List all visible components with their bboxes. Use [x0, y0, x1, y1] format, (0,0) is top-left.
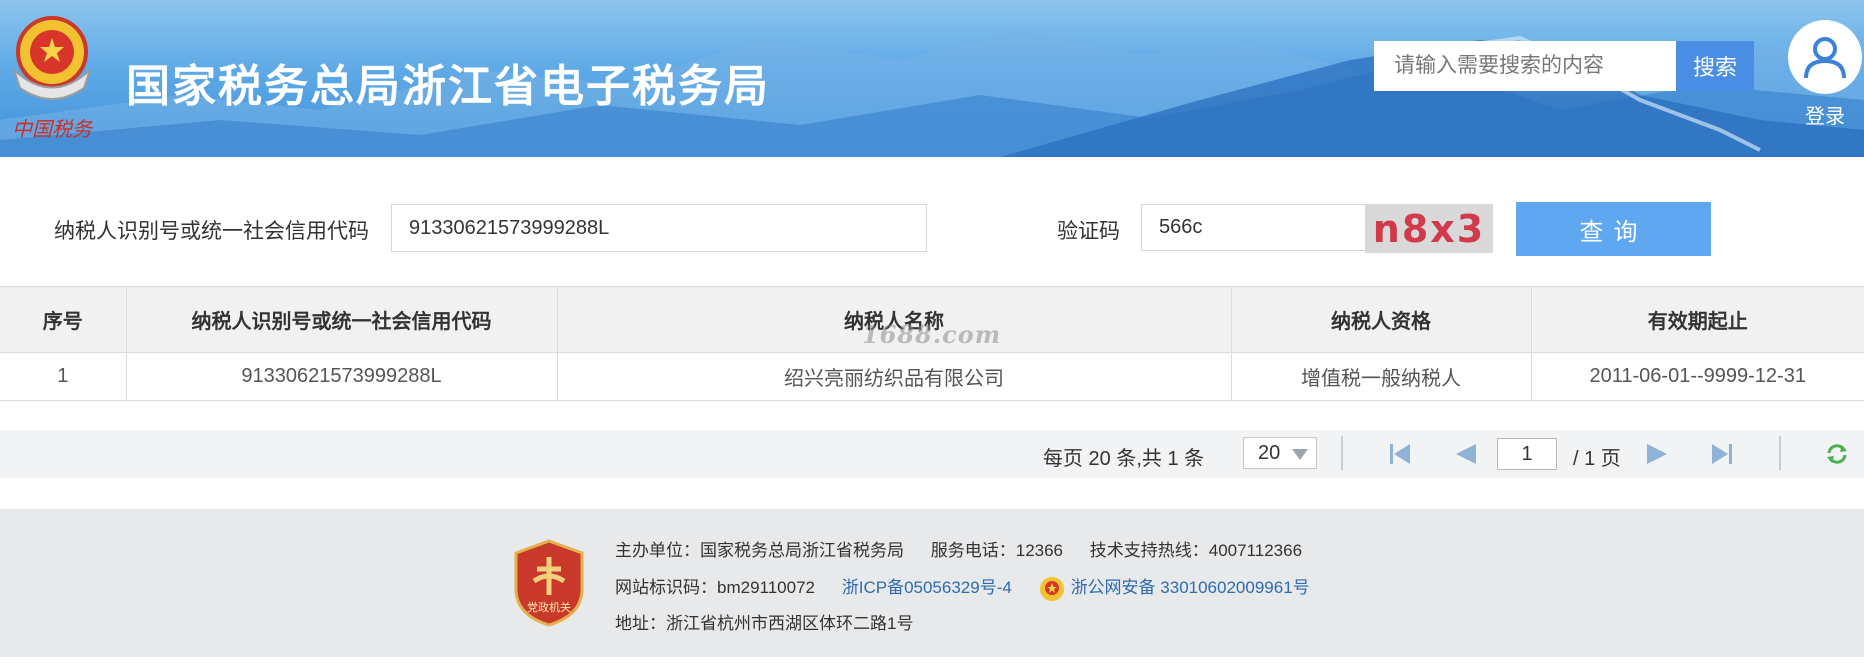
page-size-value: 20 [1258, 442, 1281, 464]
col-header-qualification: 纳税人资格 [1231, 286, 1532, 353]
chevron-down-icon [1292, 449, 1308, 460]
col-header-taxpayer-id: 纳税人识别号或统一社会信用代码 [126, 286, 558, 353]
site-footer: 党政机关 主办单位：国家税务总局浙江省税务局 服务电话：12366 技术支持热线… [0, 509, 1864, 657]
sponsor-text: 主办单位：国家税务总局浙江省税务局 [615, 541, 904, 560]
login-label: 登录 [1805, 106, 1845, 128]
party-government-badge[interactable]: 党政机关 [512, 539, 586, 627]
login-button[interactable]: 登录 [1788, 20, 1862, 128]
taxpayer-id-input[interactable] [391, 204, 927, 252]
query-button[interactable]: 查询 [1516, 202, 1711, 256]
address-text: 地址：浙江省杭州市西湖区体环二路1号 [615, 614, 914, 633]
taxpayer-id-label: 纳税人识别号或统一社会信用代码 [54, 220, 369, 243]
col-header-validity: 有效期起止 [1531, 286, 1864, 353]
user-icon [1788, 20, 1862, 94]
service-phone: 服务电话：12366 [930, 541, 1064, 560]
captcha-image[interactable]: n8x3 [1365, 204, 1493, 253]
site-header: 中国税务 国家税务总局浙江省电子税务局 搜索 登录 [0, 0, 1864, 157]
support-hotline: 技术支持热线：4007112366 [1089, 541, 1303, 560]
captcha-image-text: n8x3 [1372, 206, 1486, 251]
watermark-text: 1688.com [862, 320, 1002, 349]
pager-divider [1341, 436, 1343, 470]
svg-text:党政机关: 党政机关 [527, 600, 571, 614]
first-page-icon[interactable] [1388, 443, 1412, 465]
prev-page-icon[interactable] [1454, 443, 1478, 465]
police-record-link[interactable]: 浙公网安备 33010602009961号 [1071, 578, 1310, 597]
search-button[interactable]: 搜索 [1676, 41, 1754, 91]
site-title: 国家税务总局浙江省电子税务局 [126, 62, 770, 111]
pager-divider [1779, 436, 1781, 470]
pager-info: 每页 20 条,共 1 条 [1043, 448, 1205, 470]
footer-line-1: 主办单位：国家税务总局浙江省税务局 服务电话：12366 技术支持热线：4007… [615, 536, 1324, 561]
current-page-input[interactable] [1497, 438, 1557, 470]
captcha-input[interactable] [1141, 204, 1365, 251]
cell-qualification: 增值税一般纳税人 [1231, 352, 1532, 401]
pagination-bar: 每页 20 条,共 1 条 20 / 1 页 [0, 430, 1864, 478]
footer-line-2: 网站标识码：bm29110072 浙ICP备05056329号-4 浙公网安备 … [615, 573, 1332, 602]
icp-link[interactable]: 浙ICP备05056329号-4 [842, 578, 1012, 597]
table-row[interactable]: 1 91330621573999288L 绍兴亮丽纺织品有限公司 增值税一般纳税… [0, 352, 1864, 401]
refresh-icon[interactable] [1825, 443, 1849, 465]
footer-line-3: 地址：浙江省杭州市西湖区体环二路1号 [615, 609, 935, 634]
page-size-select[interactable]: 20 [1243, 437, 1317, 469]
cell-validity: 2011-06-01--9999-12-31 [1531, 352, 1864, 401]
search-input[interactable] [1374, 41, 1676, 91]
police-badge-icon [1039, 576, 1064, 601]
col-header-index: 序号 [0, 286, 127, 353]
next-page-icon[interactable] [1645, 443, 1669, 465]
cell-taxpayer-id: 91330621573999288L [126, 352, 558, 401]
total-pages: / 1 页 [1573, 448, 1621, 470]
cell-index: 1 [0, 352, 127, 401]
svg-text:中国税务: 中国税务 [12, 117, 94, 140]
captcha-label: 验证码 [1057, 220, 1120, 243]
site-code: 网站标识码：bm29110072 [615, 578, 815, 597]
cell-taxpayer-name: 绍兴亮丽纺织品有限公司 [557, 352, 1232, 401]
tax-emblem-logo: 中国税务 [4, 10, 100, 141]
last-page-icon[interactable] [1710, 443, 1734, 465]
